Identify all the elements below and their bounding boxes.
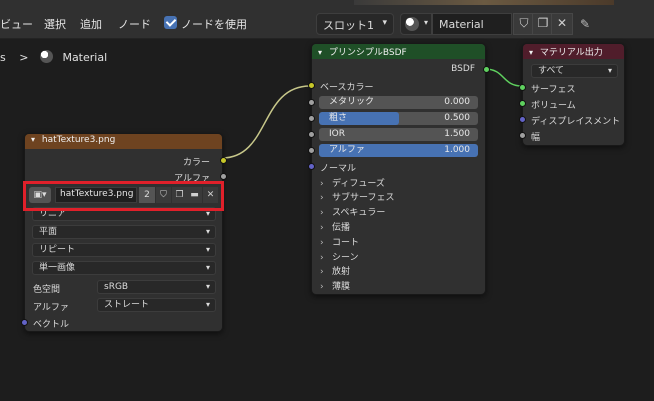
metallic-label: メタリック bbox=[329, 97, 375, 107]
input-normal-label: ノーマル bbox=[320, 164, 357, 174]
chevron-down-icon: ▾ bbox=[205, 245, 210, 254]
input-thickness-label: 幅 bbox=[531, 133, 541, 143]
output-color-socket[interactable] bbox=[220, 157, 227, 164]
roughness-label: 粗さ bbox=[329, 113, 348, 123]
chevron-right-icon: › bbox=[320, 253, 324, 263]
panel-coat-label: コート bbox=[332, 238, 360, 248]
image-texture-node[interactable]: ▾ hatTexture3.png カラー アルファ リニア ▾ 平面 ▾ リピート… bbox=[21, 133, 227, 332]
metallic-field[interactable]: メタリック 0.000 bbox=[319, 96, 478, 109]
input-displacement-label: ディスプレイスメント bbox=[531, 117, 621, 127]
panel-transmission[interactable]: › 伝播 bbox=[320, 220, 350, 233]
panel-transmission-label: 伝播 bbox=[332, 223, 351, 233]
alpha-label: アルファ bbox=[329, 145, 365, 155]
output-node-header[interactable]: ▾ マテリアル出力 bbox=[523, 44, 624, 59]
color-space-dropdown[interactable]: sRGB ▾ bbox=[97, 280, 216, 294]
panel-sheen[interactable]: › シーン bbox=[320, 250, 359, 263]
projection-value: 平面 bbox=[39, 227, 58, 237]
image-node-header[interactable]: ▾ hatTexture3.png bbox=[25, 134, 222, 149]
input-displacement-socket[interactable] bbox=[519, 116, 526, 123]
input-alpha-socket[interactable] bbox=[308, 147, 315, 154]
input-metallic-socket[interactable] bbox=[308, 99, 315, 106]
projection-dropdown[interactable]: 平面 ▾ bbox=[32, 225, 216, 239]
chevron-down-icon: ▾ bbox=[607, 66, 612, 75]
input-volume-socket[interactable] bbox=[519, 100, 526, 107]
panel-sheen-label: シーン bbox=[332, 253, 359, 263]
image-node-title: hatTexture3.png bbox=[41, 135, 116, 145]
source-value: 単一画像 bbox=[39, 263, 76, 273]
input-basecolor-socket[interactable] bbox=[308, 82, 315, 89]
ior-field[interactable]: IOR 1.500 bbox=[319, 128, 478, 141]
output-bsdf-label: BSDF bbox=[451, 64, 475, 74]
chevron-right-icon: › bbox=[320, 267, 324, 277]
panel-emission-label: 放射 bbox=[332, 267, 351, 277]
roughness-value: 0.500 bbox=[444, 113, 470, 123]
chevron-down-icon: ▾ bbox=[205, 227, 210, 236]
input-vector-label: ベクトル bbox=[33, 320, 70, 330]
input-thickness-socket[interactable] bbox=[519, 132, 526, 139]
chevron-right-icon: › bbox=[320, 179, 324, 189]
output-node-title: マテリアル出力 bbox=[539, 48, 603, 58]
metallic-value: 0.000 bbox=[444, 97, 470, 107]
input-ior-socket[interactable] bbox=[308, 131, 315, 138]
bsdf-node-header[interactable]: ▾ プリンシプルBSDF bbox=[312, 44, 485, 59]
link-bsdf-to-surface bbox=[484, 68, 523, 87]
extension-dropdown[interactable]: リピート ▾ bbox=[32, 243, 216, 257]
input-basecolor-label: ベースカラー bbox=[320, 83, 374, 93]
panel-diffuse-label: ディフューズ bbox=[332, 179, 385, 189]
source-dropdown[interactable]: 単一画像 ▾ bbox=[32, 261, 216, 275]
input-surface-socket[interactable] bbox=[519, 84, 526, 91]
chevron-right-icon: › bbox=[320, 223, 324, 233]
color-space-label: 色空間 bbox=[33, 285, 61, 295]
chevron-down-icon: ▾ bbox=[205, 300, 210, 309]
panel-emission[interactable]: › 放射 bbox=[320, 264, 350, 277]
panel-thin-film[interactable]: › 薄膜 bbox=[320, 279, 350, 292]
input-vector-socket[interactable] bbox=[21, 319, 28, 326]
input-surface-label: サーフェス bbox=[531, 85, 576, 95]
output-color-label: カラー bbox=[182, 158, 210, 168]
alpha-mode-label: アルファ bbox=[33, 303, 69, 313]
panel-coat[interactable]: › コート bbox=[320, 235, 359, 248]
panel-diffuse[interactable]: › ディフューズ bbox=[320, 176, 385, 189]
panel-specular[interactable]: › スペキュラー bbox=[320, 205, 385, 218]
chevron-right-icon: › bbox=[320, 208, 324, 218]
chevron-down-icon[interactable]: ▾ bbox=[318, 48, 322, 57]
chevron-down-icon: ▾ bbox=[205, 282, 210, 291]
panel-thin-film-label: 薄膜 bbox=[332, 282, 351, 292]
ior-value: 1.500 bbox=[444, 129, 470, 139]
material-output-node[interactable]: ▾ マテリアル出力 すべて ▾ サーフェス ボリューム ディスプレイスメント 幅 bbox=[519, 43, 625, 146]
panel-subsurface-label: サブサーフェス bbox=[332, 193, 395, 203]
link-color-to-basecolor bbox=[221, 85, 311, 159]
input-volume-label: ボリューム bbox=[531, 101, 576, 111]
color-space-value: sRGB bbox=[104, 282, 129, 292]
output-bsdf-socket[interactable] bbox=[483, 66, 490, 73]
alpha-mode-value: ストレート bbox=[104, 300, 150, 310]
alpha-mode-dropdown[interactable]: ストレート ▾ bbox=[97, 298, 216, 312]
highlight-box bbox=[23, 181, 224, 211]
chevron-down-icon[interactable]: ▾ bbox=[529, 48, 533, 57]
chevron-right-icon: › bbox=[320, 238, 324, 248]
chevron-right-icon: › bbox=[320, 282, 324, 292]
panel-subsurface[interactable]: › サブサーフェス bbox=[320, 190, 394, 203]
input-normal-socket[interactable] bbox=[308, 163, 315, 170]
chevron-down-icon: ▾ bbox=[205, 263, 210, 272]
bsdf-node-title: プリンシプルBSDF bbox=[328, 48, 407, 58]
extension-value: リピート bbox=[39, 245, 76, 255]
alpha-field[interactable]: アルファ 1.000 bbox=[319, 144, 478, 157]
ior-label: IOR bbox=[329, 129, 345, 139]
alpha-value: 1.000 bbox=[444, 145, 470, 155]
output-alpha-socket[interactable] bbox=[220, 173, 227, 180]
input-roughness-socket[interactable] bbox=[308, 115, 315, 122]
target-dropdown[interactable]: すべて ▾ bbox=[531, 64, 618, 78]
chevron-right-icon: › bbox=[320, 193, 324, 203]
chevron-down-icon[interactable]: ▾ bbox=[31, 135, 35, 144]
principled-bsdf-node[interactable]: ▾ プリンシプルBSDF BSDF ベースカラー メタリック 0.000 粗さ … bbox=[308, 43, 490, 295]
panel-specular-label: スペキュラー bbox=[332, 208, 386, 218]
target-value: すべて bbox=[538, 66, 565, 76]
roughness-field[interactable]: 粗さ 0.500 bbox=[319, 112, 478, 125]
